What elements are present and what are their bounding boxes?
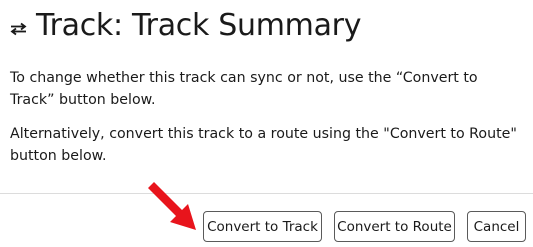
swap-arrows-icon bbox=[10, 22, 30, 40]
dialog-header: Track: Track Summary bbox=[10, 6, 361, 46]
description-paragraph-2: Alternatively, convert this track to a r… bbox=[10, 126, 517, 164]
track-summary-dialog: Track: Track Summary To change whether t… bbox=[0, 0, 533, 247]
red-arrow-icon bbox=[148, 182, 196, 230]
convert-to-track-button[interactable]: Convert to Track bbox=[203, 211, 322, 242]
dialog-body: To change whether this track can sync or… bbox=[10, 67, 525, 167]
dialog-title: Track: Track Summary bbox=[36, 8, 362, 43]
convert-to-route-button[interactable]: Convert to Route bbox=[334, 211, 455, 242]
cancel-button[interactable]: Cancel bbox=[467, 211, 526, 242]
description-paragraph-1: To change whether this track can sync or… bbox=[10, 70, 478, 108]
footer-divider bbox=[0, 193, 533, 194]
